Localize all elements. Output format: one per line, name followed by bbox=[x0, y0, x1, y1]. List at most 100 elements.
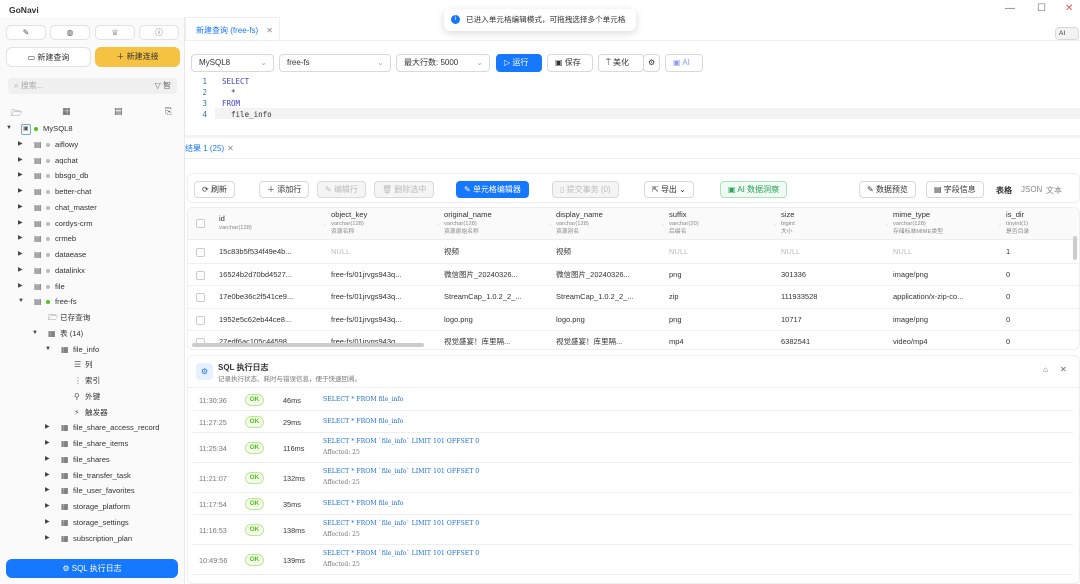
table-cell[interactable]: 0 bbox=[1006, 264, 1010, 286]
clear-icon[interactable]: ⌂ bbox=[1043, 365, 1048, 374]
table-cell[interactable]: video/mp4 bbox=[893, 331, 928, 349]
tree-item[interactable]: ⚲ 外键 bbox=[0, 389, 185, 405]
table-cell[interactable]: 17e0be36c2f541ce9... bbox=[219, 286, 293, 308]
tree-item[interactable]: ▶ ▤ chat_master bbox=[0, 200, 185, 216]
maximize-icon[interactable]: ☐ bbox=[1037, 3, 1046, 14]
table-cell[interactable]: NULL bbox=[893, 241, 912, 263]
row-checkbox[interactable] bbox=[196, 293, 205, 302]
resize-handle[interactable]: ⌟ bbox=[323, 220, 326, 227]
tree-item[interactable]: ▼ ▤ free-fs bbox=[0, 294, 185, 310]
caret-icon[interactable]: ▶ bbox=[45, 452, 50, 468]
list-icon[interactable]: ▤ bbox=[114, 106, 123, 117]
log-sql[interactable]: SELECT * FROM `file_info` LIMIT 101 OFFS… bbox=[323, 550, 479, 557]
caret-icon[interactable]: ▶ bbox=[18, 216, 23, 232]
data-preview-button[interactable]: ✎ 数据预览 bbox=[859, 181, 916, 198]
tools-button[interactable]: ✎ bbox=[6, 25, 46, 40]
caret-icon[interactable]: ▶ bbox=[45, 531, 50, 547]
table-cell[interactable]: application/x-zip-co... bbox=[893, 286, 963, 308]
table-cell[interactable]: logo.png bbox=[556, 309, 585, 331]
refresh-button[interactable]: ⟳ 刷新 bbox=[194, 181, 235, 198]
minimize-icon[interactable]: — bbox=[1005, 3, 1015, 14]
theme-button[interactable]: ♕ bbox=[95, 25, 135, 40]
table-cell[interactable]: free-fs/01jrvgs943q... bbox=[331, 331, 401, 349]
table-row[interactable]: 1952e5c62eb44ce8... free-fs/01jrvgs943q..… bbox=[188, 309, 1079, 331]
add-row-button[interactable]: ＋ 添加行 bbox=[259, 181, 310, 198]
table-cell[interactable]: free-fs/01jrvgs943q... bbox=[331, 286, 401, 308]
close-tab-icon[interactable]: ✕ bbox=[266, 26, 273, 35]
export-button[interactable]: ⇱ 导出 ⌄ bbox=[644, 181, 694, 198]
table-cell[interactable]: 0 bbox=[1006, 309, 1010, 331]
table-cell[interactable]: 6382541 bbox=[781, 331, 810, 349]
sql-editor[interactable]: 1 SELECT 2 * 3 FROM 4 file_info bbox=[185, 75, 1080, 135]
row-checkbox[interactable] bbox=[196, 270, 205, 280]
save-button[interactable]: ▣ 保存 bbox=[547, 54, 593, 72]
table-cell[interactable]: 微信图片_20240326... bbox=[444, 264, 518, 286]
tree-item[interactable]: ▶ ▦ storage_settings bbox=[0, 515, 185, 531]
log-sql[interactable]: SELECT * FROM `file_info` LIMIT 101 OFFS… bbox=[323, 468, 479, 475]
table-cell[interactable]: 111933528 bbox=[781, 286, 817, 308]
log-entry[interactable]: 11:27:25 OK 29ms SELECT * FROM file_info bbox=[193, 411, 1073, 433]
code-line[interactable]: FROM bbox=[222, 99, 240, 108]
caret-icon[interactable]: ▶ bbox=[45, 483, 50, 499]
view-text-tab[interactable]: 文本 bbox=[1046, 185, 1062, 196]
table-cell[interactable]: 10717 bbox=[781, 309, 802, 331]
view-json-tab[interactable]: JSON bbox=[1021, 185, 1042, 194]
ai-side-button[interactable]: AI bbox=[1055, 27, 1079, 40]
table-cell[interactable]: NULL bbox=[781, 241, 800, 263]
column-header[interactable]: display_name varchar(128) 资源别名 bbox=[556, 208, 603, 236]
about-button[interactable]: ⓘ bbox=[139, 25, 179, 40]
table-cell[interactable]: 16524b2d70bd4527... bbox=[219, 264, 292, 286]
table-cell[interactable]: png bbox=[669, 264, 682, 286]
resize-handle[interactable]: ⌟ bbox=[998, 220, 1001, 227]
table-cell[interactable]: logo.png bbox=[444, 309, 473, 331]
tree-item[interactable]: ▼ ▣ MySQL8 bbox=[0, 121, 185, 137]
proxy-button[interactable]: ◍ bbox=[50, 25, 90, 40]
log-entry[interactable]: 11:25:34 OK 116ms SELECT * FROM `file_info`… bbox=[193, 433, 1073, 463]
close-icon[interactable]: ✕ bbox=[1060, 365, 1067, 374]
caret-icon[interactable]: ▶ bbox=[45, 499, 50, 515]
table-cell[interactable]: NULL bbox=[331, 241, 350, 263]
table-cell[interactable]: 视觉盛宴！库里隔... bbox=[444, 331, 510, 349]
beautify-button[interactable]: ⍑ 美化 bbox=[598, 54, 644, 72]
tree-item[interactable]: ▼ ▦ 表 (14) bbox=[0, 326, 185, 342]
log-entry[interactable]: 11:16:53 OK 138ms SELECT * FROM `file_info`… bbox=[193, 515, 1073, 545]
new-query-button[interactable]: ▭ 新建查询 bbox=[6, 47, 91, 67]
column-header[interactable]: original_name varchar(128) 资源原始名称 bbox=[444, 208, 492, 236]
caret-icon[interactable]: ▼ bbox=[6, 121, 12, 137]
tree-item[interactable]: ▶ ▦ file_transfer_task bbox=[0, 468, 185, 484]
log-sql[interactable]: SELECT * FROM file_info bbox=[323, 418, 403, 425]
resize-handle[interactable]: ⌟ bbox=[885, 220, 888, 227]
database-select[interactable]: free-fs ⌄ bbox=[279, 54, 391, 72]
tree-item[interactable]: ▶ ▦ file_share_items bbox=[0, 436, 185, 452]
tree-item[interactable]: ▶ ▦ subscription_plan bbox=[0, 531, 185, 547]
log-sql[interactable]: SELECT * FROM `file_info` LIMIT 101 OFFS… bbox=[323, 438, 479, 445]
column-header[interactable]: mime_type varchar(128) 存储标准MIME类型 bbox=[893, 208, 943, 236]
tab-result-1[interactable]: 结果 1 (25) ✕ bbox=[185, 143, 234, 154]
table-cell[interactable]: 视频 bbox=[444, 241, 459, 263]
table-cell[interactable]: 27edf6ac105c44598... bbox=[219, 331, 293, 349]
sql-log-button[interactable]: ⚙ SQL 执行日志 bbox=[6, 559, 178, 578]
field-info-button[interactable]: ▤ 字段信息 bbox=[926, 181, 984, 198]
tree-item[interactable]: ▶ ▦ file_shares bbox=[0, 452, 185, 468]
grid-icon[interactable]: ▦ bbox=[62, 106, 71, 117]
tree-item[interactable]: ▶ ▦ file_user_favorites bbox=[0, 483, 185, 499]
run-button[interactable]: ▷ 运行 bbox=[496, 54, 542, 72]
cell-editor-button[interactable]: ✎ 单元格编辑器 bbox=[456, 181, 529, 198]
tree-item[interactable]: ▶ ▤ dataease bbox=[0, 247, 185, 263]
tree-item[interactable]: ▶ ▤ datalinkx bbox=[0, 263, 185, 279]
view-table-tab[interactable]: 表格 bbox=[996, 185, 1012, 196]
code-line[interactable]: SELECT bbox=[222, 77, 249, 86]
tree-item[interactable]: ▶ ▤ better-chat bbox=[0, 184, 185, 200]
resize-handle[interactable]: ⌟ bbox=[661, 220, 664, 227]
table-cell[interactable]: image/png bbox=[893, 309, 928, 331]
column-header[interactable]: id varchar(128) bbox=[219, 212, 252, 232]
caret-icon[interactable]: ▶ bbox=[45, 420, 50, 436]
caret-icon[interactable]: ▶ bbox=[18, 247, 23, 263]
log-sql[interactable]: SELECT * FROM file_info bbox=[323, 500, 403, 507]
table-cell[interactable]: 视频 bbox=[556, 241, 571, 263]
caret-icon[interactable]: ▶ bbox=[45, 436, 50, 452]
table-cell[interactable]: 15c83b5f534f49e4b... bbox=[219, 241, 292, 263]
ai-button[interactable]: ▣ AI bbox=[665, 54, 703, 72]
table-cell[interactable]: png bbox=[669, 309, 682, 331]
tree-item[interactable]: ▶ ▦ file_share_access_record bbox=[0, 420, 185, 436]
